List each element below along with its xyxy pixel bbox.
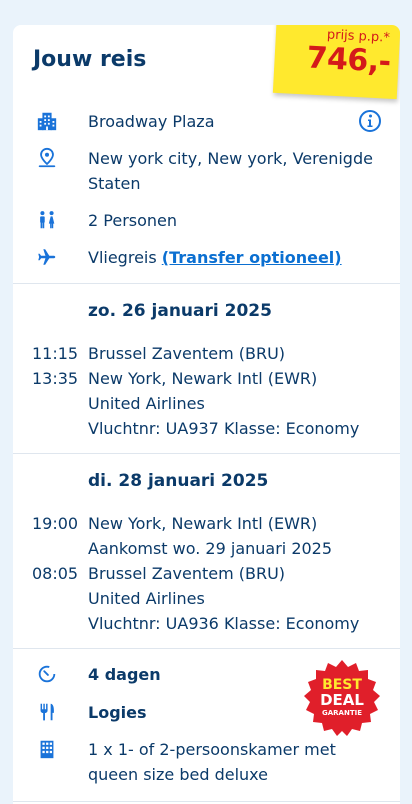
outbound-arr-place: New York, Newark Intl (EWR) — [88, 369, 318, 388]
badge-line-3: GARANTIE — [322, 709, 362, 717]
hotel-icon — [35, 109, 59, 133]
transfer-optional-link[interactable]: (Transfer optioneel) — [162, 248, 342, 267]
outbound-dep-place: Brussel Zaventem (BRU) — [88, 344, 286, 363]
info-icon[interactable] — [358, 109, 382, 133]
travel-type: Vliegreis — [88, 248, 157, 267]
persons-count: 2 Personen — [88, 211, 178, 230]
room-icon — [35, 737, 59, 761]
board-value: Logies — [88, 703, 147, 722]
return-dep-place: New York, Newark Intl (EWR) — [88, 514, 318, 533]
price-tag: prijs p.p.* 746,- — [272, 25, 400, 100]
divider — [13, 453, 400, 454]
outbound-airline: United Airlines — [88, 394, 205, 413]
location-line-2: Staten — [88, 174, 141, 193]
duration-value: 4 dagen — [88, 665, 161, 684]
card-title: Jouw reis — [33, 47, 147, 72]
trip-summary-card: Jouw reis prijs p.p.* 746,- Broadway Pla… — [13, 25, 400, 804]
room-line-1: 1 x 1- of 2-persoonskamer met — [88, 740, 336, 759]
hotel-name: Broadway Plaza — [88, 112, 215, 131]
divider — [13, 283, 400, 284]
badge-line-2: DEAL — [320, 691, 364, 709]
cutlery-icon — [35, 700, 59, 724]
return-airline: United Airlines — [88, 589, 205, 608]
return-flight-info: Vluchtnr: UA936 Klasse: Economy — [88, 614, 360, 633]
return-dep-time: 19:00 — [32, 514, 79, 533]
persons-row: 2 Personen — [13, 208, 400, 234]
room-row: 1 x 1- of 2-persoonskamer met queen size… — [13, 737, 400, 789]
price-amount: 746,- — [305, 40, 392, 80]
outbound-arr-time: 13:35 — [32, 369, 79, 388]
divider — [13, 648, 400, 649]
return-arrival-note: Aankomst wo. 29 januari 2025 — [88, 539, 333, 558]
hotel-row: Broadway Plaza — [13, 109, 400, 135]
return-arr-time: 08:05 — [32, 564, 79, 583]
best-deal-badge: BEST DEAL GARANTIE — [303, 659, 381, 737]
timer-icon — [35, 662, 59, 686]
divider — [13, 801, 400, 802]
location-row: New york city, New york, Verenigde State… — [13, 146, 400, 198]
location-line-1: New york city, New york, Verenigde — [88, 149, 373, 168]
travel-row: Vliegreis (Transfer optioneel) — [13, 245, 400, 271]
travel-info: Vliegreis (Transfer optioneel) — [88, 245, 342, 270]
room-line-2: queen size bed deluxe — [88, 765, 268, 784]
return-arr-place: Brussel Zaventem (BRU) — [88, 564, 286, 583]
outbound-flight-info: Vluchtnr: UA937 Klasse: Economy — [88, 419, 360, 438]
persons-icon — [35, 208, 59, 232]
outbound-dep-time: 11:15 — [32, 344, 79, 363]
outbound-date: zo. 26 januari 2025 — [88, 301, 272, 321]
return-date: di. 28 januari 2025 — [88, 471, 269, 491]
airplane-icon — [35, 245, 59, 269]
location-pin-icon — [35, 146, 59, 170]
